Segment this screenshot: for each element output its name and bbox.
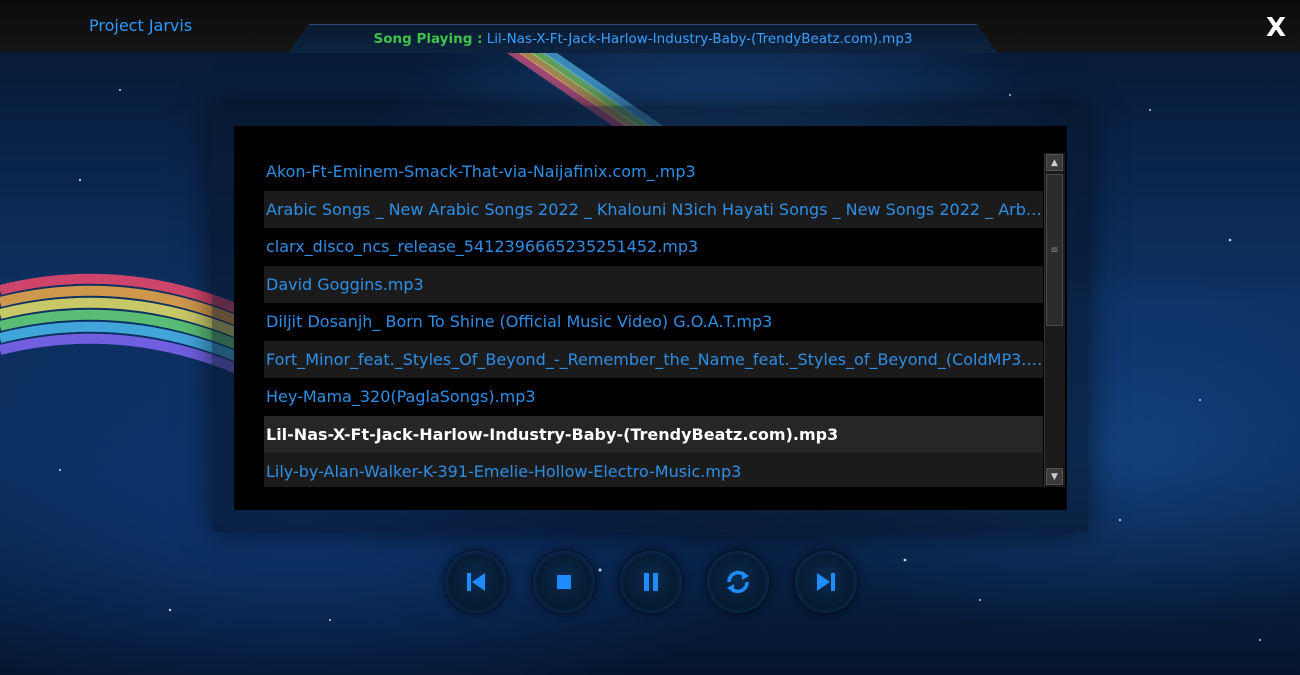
previous-button[interactable] [445, 551, 507, 613]
pause-button[interactable] [620, 551, 682, 613]
playlist-item[interactable]: clarx_disco_ncs_release_5412396665235251… [264, 228, 1043, 266]
stop-icon [557, 575, 571, 589]
now-playing-song: Lil-Nas-X-Ft-Jack-Harlow-Industry-Baby-(… [486, 31, 913, 47]
playlist-item[interactable]: Lily-by-Alan-Walker-K-391-Emelie-Hollow-… [264, 453, 1043, 487]
playlist-scrollbar[interactable]: ▲ ≡ ▼ [1044, 153, 1065, 487]
previous-icon [467, 573, 485, 591]
title-bar: Project Jarvis Song Playing : Lil-Nas-X-… [0, 0, 1300, 53]
repeat-button[interactable] [707, 551, 769, 613]
playlist-item[interactable]: Akon-Ft-Eminem-Smack-That-via-Naijafinix… [264, 153, 1043, 191]
now-playing-text: Song Playing : Lil-Nas-X-Ft-Jack-Harlow-… [288, 31, 998, 47]
stop-button[interactable] [533, 551, 595, 613]
scroll-up-icon[interactable]: ▲ [1046, 154, 1063, 171]
pause-icon [644, 573, 658, 591]
playlist-item[interactable]: Diljit Dosanjh_ Born To Shine (Official … [264, 303, 1043, 341]
playlist-item[interactable]: David Goggins.mp3 [264, 265, 1043, 303]
playlist: Akon-Ft-Eminem-Smack-That-via-Naijafinix… [264, 153, 1043, 487]
playlist-item[interactable]: Arabic Songs _ New Arabic Songs 2022 _ K… [264, 190, 1043, 228]
app-title: Project Jarvis [89, 16, 193, 35]
next-icon [817, 573, 835, 591]
playlist-item[interactable]: Fort_Minor_feat._Styles_Of_Beyond_-_Reme… [264, 340, 1043, 378]
now-playing-label: Song Playing : [373, 31, 483, 47]
repeat-icon [727, 570, 749, 594]
rainbow-decoration [0, 273, 240, 375]
now-playing-tab: Song Playing : Lil-Nas-X-Ft-Jack-Harlow-… [288, 24, 998, 53]
scrollbar-thumb[interactable]: ≡ [1046, 174, 1063, 326]
playlist-item-selected[interactable]: Lil-Nas-X-Ft-Jack-Harlow-Industry-Baby-(… [264, 415, 1043, 453]
scroll-down-icon[interactable]: ▼ [1046, 468, 1063, 485]
next-button[interactable] [795, 551, 857, 613]
close-button[interactable]: X [1262, 14, 1290, 42]
playlist-item[interactable]: Hey-Mama_320(PaglaSongs).mp3 [264, 378, 1043, 416]
playback-controls [445, 551, 865, 615]
